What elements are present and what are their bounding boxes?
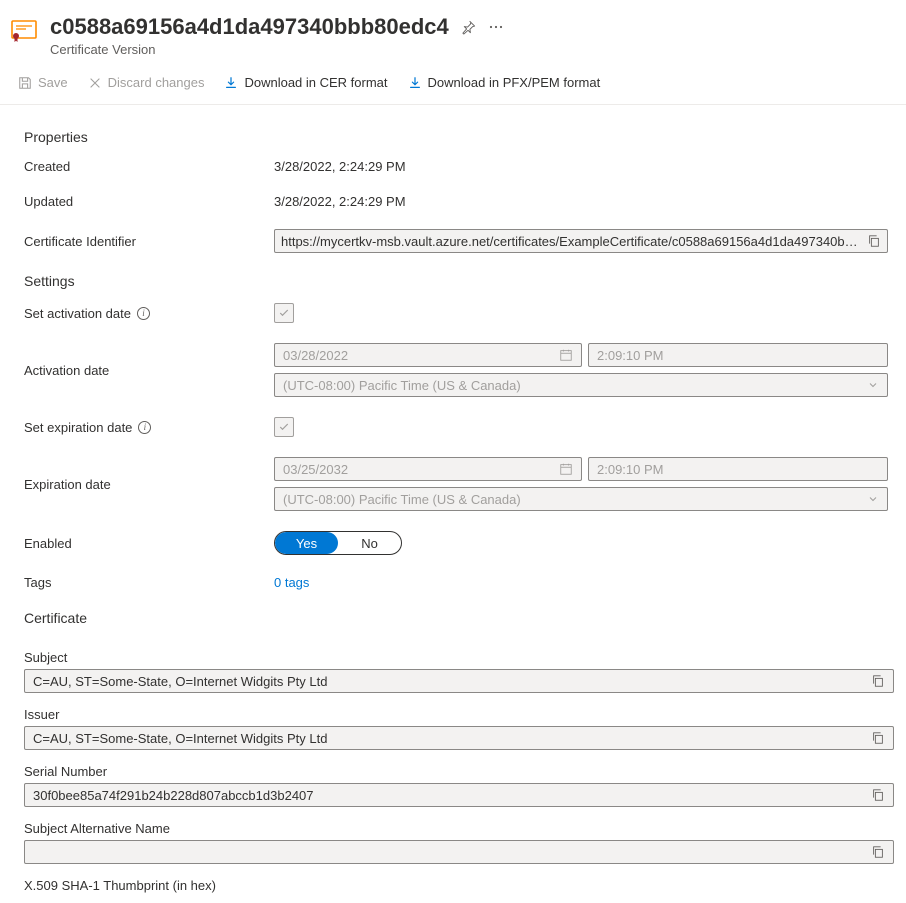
download-cer-label: Download in CER format bbox=[244, 75, 387, 90]
expiration-date-label: Expiration date bbox=[24, 477, 274, 492]
enabled-toggle[interactable]: Yes No bbox=[274, 531, 402, 555]
updated-label: Updated bbox=[24, 194, 274, 209]
discard-button: Discard changes bbox=[80, 71, 213, 94]
issuer-value: C=AU, ST=Some-State, O=Internet Widgits … bbox=[33, 731, 865, 746]
save-label: Save bbox=[38, 75, 68, 90]
discard-label: Discard changes bbox=[108, 75, 205, 90]
toggle-yes[interactable]: Yes bbox=[275, 532, 338, 554]
subject-label: Subject bbox=[24, 650, 896, 665]
chevron-down-icon bbox=[867, 493, 879, 505]
activation-date-input: 03/28/2022 bbox=[274, 343, 582, 367]
info-icon[interactable]: i bbox=[137, 307, 150, 320]
serial-label: Serial Number bbox=[24, 764, 896, 779]
page-subtitle: Certificate Version bbox=[50, 42, 896, 57]
download-icon bbox=[408, 76, 422, 90]
copy-icon[interactable] bbox=[867, 234, 881, 248]
serial-value: 30f0bee85a74f291b24b228d807abccb1d3b2407 bbox=[33, 788, 865, 803]
download-pfx-button[interactable]: Download in PFX/PEM format bbox=[400, 71, 609, 94]
activation-tz-select: (UTC-08:00) Pacific Time (US & Canada) bbox=[274, 373, 888, 397]
enabled-label: Enabled bbox=[24, 536, 274, 551]
created-value: 3/28/2022, 2:24:29 PM bbox=[274, 159, 896, 174]
calendar-icon bbox=[559, 348, 573, 362]
subject-input[interactable]: C=AU, ST=Some-State, O=Internet Widgits … bbox=[24, 669, 894, 693]
certificate-section-title: Certificate bbox=[24, 610, 896, 626]
certificate-icon bbox=[10, 16, 38, 44]
download-cer-button[interactable]: Download in CER format bbox=[216, 71, 395, 94]
created-label: Created bbox=[24, 159, 274, 174]
expiration-date-input: 03/25/2032 bbox=[274, 457, 582, 481]
close-icon bbox=[88, 76, 102, 90]
more-icon[interactable] bbox=[488, 19, 504, 35]
info-icon[interactable]: i bbox=[138, 421, 151, 434]
download-pfx-label: Download in PFX/PEM format bbox=[428, 75, 601, 90]
activation-date-label: Activation date bbox=[24, 363, 274, 378]
identifier-label: Certificate Identifier bbox=[24, 234, 274, 249]
settings-section-title: Settings bbox=[24, 273, 896, 289]
copy-icon[interactable] bbox=[871, 731, 885, 745]
expiration-time-input: 2:09:10 PM bbox=[588, 457, 888, 481]
set-activation-checkbox bbox=[274, 303, 294, 323]
toggle-no[interactable]: No bbox=[338, 532, 401, 554]
download-icon bbox=[224, 76, 238, 90]
set-expiration-label: Set expiration date i bbox=[24, 420, 274, 435]
set-activation-label: Set activation date i bbox=[24, 306, 274, 321]
issuer-input[interactable]: C=AU, ST=Some-State, O=Internet Widgits … bbox=[24, 726, 894, 750]
pin-icon[interactable] bbox=[461, 20, 476, 35]
save-button: Save bbox=[10, 71, 76, 94]
copy-icon[interactable] bbox=[871, 788, 885, 802]
san-label: Subject Alternative Name bbox=[24, 821, 896, 836]
properties-section-title: Properties bbox=[24, 129, 896, 145]
set-expiration-checkbox bbox=[274, 417, 294, 437]
activation-time-input: 2:09:10 PM bbox=[588, 343, 888, 367]
calendar-icon bbox=[559, 462, 573, 476]
copy-icon[interactable] bbox=[871, 674, 885, 688]
san-input[interactable] bbox=[24, 840, 894, 864]
thumbprint-label: X.509 SHA-1 Thumbprint (in hex) bbox=[24, 878, 896, 893]
toolbar: Save Discard changes Download in CER for… bbox=[0, 65, 906, 105]
chevron-down-icon bbox=[867, 379, 879, 391]
identifier-input[interactable]: https://mycertkv-msb.vault.azure.net/cer… bbox=[274, 229, 888, 253]
subject-value: C=AU, ST=Some-State, O=Internet Widgits … bbox=[33, 674, 865, 689]
expiration-tz-select: (UTC-08:00) Pacific Time (US & Canada) bbox=[274, 487, 888, 511]
updated-value: 3/28/2022, 2:24:29 PM bbox=[274, 194, 896, 209]
issuer-label: Issuer bbox=[24, 707, 896, 722]
tags-link[interactable]: 0 tags bbox=[274, 575, 309, 590]
serial-input[interactable]: 30f0bee85a74f291b24b228d807abccb1d3b2407 bbox=[24, 783, 894, 807]
tags-label: Tags bbox=[24, 575, 274, 590]
identifier-value: https://mycertkv-msb.vault.azure.net/cer… bbox=[281, 234, 861, 249]
save-icon bbox=[18, 76, 32, 90]
copy-icon[interactable] bbox=[871, 845, 885, 859]
page-title: c0588a69156a4d1da497340bbb80edc4 bbox=[50, 14, 449, 40]
page-header: c0588a69156a4d1da497340bbb80edc4 Certifi… bbox=[0, 0, 906, 65]
